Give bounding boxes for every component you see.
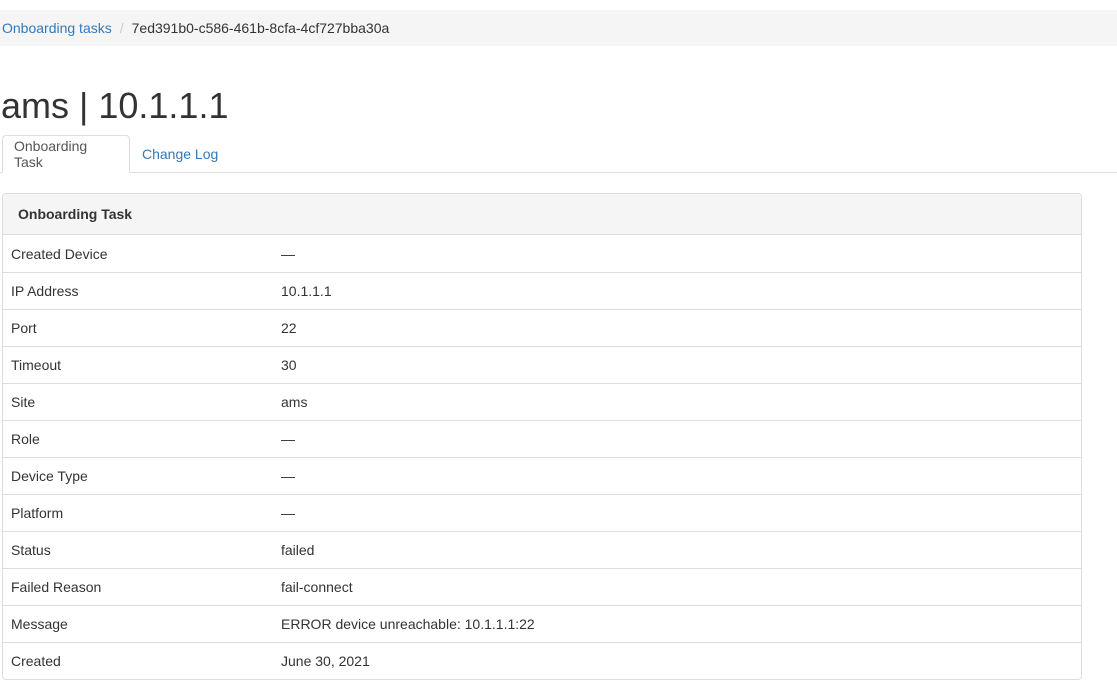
row-value: — [281,245,295,262]
row-value: — [281,505,295,521]
row-value: — [281,431,295,447]
row-value: June 30, 2021 [281,653,370,669]
panel-heading: Onboarding Task [3,194,1081,235]
row-label: Timeout [11,357,62,373]
row-value: ERROR device unreachable: 10.1.1.1:22 [281,616,535,632]
row-label: Platform [11,505,64,521]
row-value: 22 [281,320,297,336]
table-row-port: Port 22 [3,309,1081,346]
row-value: failed [281,542,315,558]
table-row-timeout: Timeout 30 [3,346,1081,383]
tab-bar: Onboarding Task Change Log [0,135,1117,173]
row-label: Port [11,320,37,336]
row-label: Site [11,394,36,410]
table-row-ip-address: IP Address 10.1.1.1 [3,272,1081,309]
breadcrumb-current-task-id: 7ed391b0-c586-461b-8cfa-4cf727bba30a [131,20,390,36]
row-value: fail-connect [281,579,353,595]
table-row-role: Role — [3,420,1081,457]
tab-change-log[interactable]: Change Log [131,135,229,173]
row-value: 30 [281,357,297,373]
row-label: Message [11,616,68,632]
table-row-created: Created June 30, 2021 [3,642,1081,679]
table-row-message: Message ERROR device unreachable: 10.1.1… [3,605,1081,642]
table-row-status: Status failed [3,531,1081,568]
onboarding-task-panel: Onboarding Task Created Device — IP Addr… [2,193,1082,680]
table-row-platform: Platform — [3,494,1081,531]
row-label: Role [11,431,40,447]
row-label: Failed Reason [11,579,102,595]
row-value: ams [281,394,308,410]
row-value: — [281,468,295,484]
table-row-device-type: Device Type — [3,457,1081,494]
table-row-site: Site ams [3,383,1081,420]
table-row-created-device: Created Device — [3,235,1081,272]
page-title: ams | 10.1.1.1 [1,85,229,126]
row-label: IP Address [11,283,79,299]
breadcrumb-separator: / [119,20,124,36]
table-row-failed-reason: Failed Reason fail-connect [3,568,1081,605]
row-label: Status [11,542,51,558]
row-label: Created [11,653,61,669]
row-value: 10.1.1.1 [281,283,332,299]
breadcrumb-onboarding-tasks-link[interactable]: Onboarding tasks [2,20,112,36]
row-label: Created Device [11,245,108,262]
attribute-table: Created Device — IP Address 10.1.1.1 Por… [3,235,1081,679]
tab-onboarding-task[interactable]: Onboarding Task [2,135,130,173]
breadcrumb: Onboarding tasks / 7ed391b0-c586-461b-8c… [0,10,1117,46]
row-label: Device Type [11,468,88,484]
